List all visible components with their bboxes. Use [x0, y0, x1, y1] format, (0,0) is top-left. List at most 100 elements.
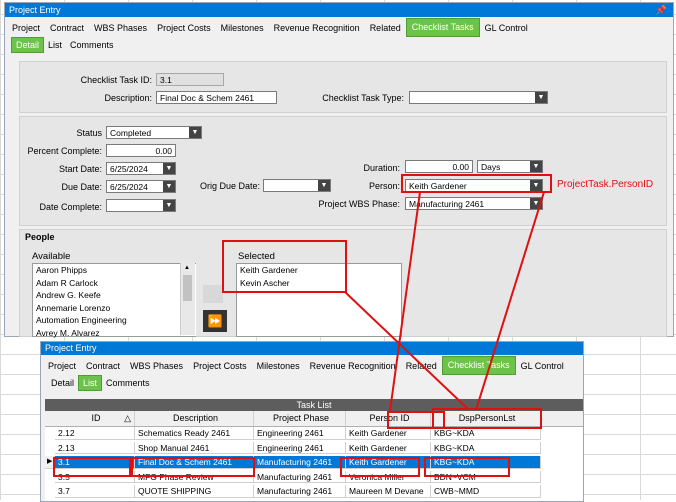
task-type-label: Checklist Task Type: — [322, 93, 404, 103]
list-item[interactable]: Andrew G. Keefe — [33, 289, 196, 302]
person-id-annotation: ProjectTask.PersonID — [557, 179, 654, 190]
chevron-down-icon[interactable]: ▼ — [163, 163, 175, 174]
tab-contract[interactable]: Contract — [45, 20, 89, 37]
tab-contract[interactable]: Contract — [81, 358, 125, 375]
list-item[interactable]: Automation Engineering — [33, 314, 196, 327]
list-item[interactable]: Avrey M. Alvarez — [33, 327, 196, 340]
duration-label: Duration: — [363, 163, 400, 173]
tab-gl-control[interactable]: GL Control — [480, 20, 533, 37]
chevron-down-icon[interactable]: ▼ — [163, 200, 175, 211]
table-cell[interactable]: Schematics Ready 2461 — [135, 427, 254, 440]
column-header-id[interactable]: ID △ — [55, 411, 135, 426]
wbs-phase-label: Project WBS Phase: — [318, 199, 400, 209]
tab-revenue-recognition[interactable]: Revenue Recognition — [269, 20, 365, 37]
tab-related[interactable]: Related — [401, 358, 442, 375]
sub-tab-strip: Detail List Comments — [5, 37, 673, 53]
date-complete-field[interactable]: ▼ — [106, 199, 176, 212]
task-type-select[interactable]: ▼ — [409, 91, 548, 104]
date-complete-label: Date Complete: — [39, 202, 102, 212]
subtab-comments[interactable]: Comments — [66, 38, 118, 52]
table-cell[interactable]: 2.12 — [55, 427, 135, 440]
tab-project[interactable]: Project — [7, 20, 45, 37]
percent-complete-field[interactable]: 0.00 — [106, 144, 176, 157]
table-row[interactable]: 3.7 QUOTE SHIPPING Manufacturing 2461 Maure… — [45, 485, 583, 498]
percent-complete-label: Percent Complete: — [27, 146, 102, 156]
title-bar: Project Entry 📌 — [5, 3, 673, 17]
tab-checklist-tasks[interactable]: Checklist Tasks — [441, 356, 516, 375]
tab-revenue-recognition[interactable]: Revenue Recognition — [305, 358, 401, 375]
subtab-comments[interactable]: Comments — [102, 376, 154, 390]
pin-icon[interactable]: 📌 — [656, 3, 667, 17]
wbs-phase-select[interactable]: Manufacturing 2461 ▼ — [405, 197, 543, 210]
scroll-thumb[interactable] — [183, 275, 192, 301]
dsppersonlst-cell-highlight — [424, 457, 510, 477]
tab-milestones[interactable]: Milestones — [252, 358, 305, 375]
table-cell[interactable]: Maureen M Devane — [346, 485, 431, 498]
duration-field[interactable]: 0.00 — [405, 160, 473, 173]
duration-unit-select[interactable]: Days ▼ — [477, 160, 543, 173]
table-cell[interactable]: Shop Manual 2461 — [135, 441, 254, 454]
chevron-down-icon[interactable]: ▼ — [535, 92, 547, 103]
column-header-description[interactable]: Description — [135, 411, 254, 426]
sort-ascending-icon[interactable]: △ — [124, 411, 131, 426]
tab-milestones[interactable]: Milestones — [216, 20, 269, 37]
move-all-right-button[interactable]: ⏩ — [203, 310, 227, 332]
table-cell[interactable]: QUOTE SHIPPING — [135, 485, 254, 498]
available-list-scrollbar[interactable]: ▲ — [180, 263, 195, 335]
status-select[interactable]: Completed ▼ — [106, 126, 202, 139]
available-label: Available — [32, 251, 71, 262]
subtab-detail[interactable]: Detail — [47, 376, 78, 390]
column-header-project-phase[interactable]: Project Phase — [254, 411, 346, 426]
id-cell-highlight — [53, 457, 131, 477]
available-people-list[interactable]: Aaron Phipps Adam R Carlock Andrew G. Keef… — [32, 263, 196, 340]
table-cell[interactable]: Manufacturing 2461 — [254, 456, 346, 469]
chevron-down-icon[interactable]: ▼ — [163, 181, 175, 192]
task-id-field[interactable]: 3.1 — [156, 73, 224, 86]
table-cell[interactable]: 2.13 — [55, 441, 135, 454]
task-detail-panel: Status Completed ▼ Percent Complete: 0.0… — [19, 116, 667, 226]
table-cell[interactable]: 3.7 — [55, 485, 135, 498]
list-item[interactable]: Aaron Phipps — [33, 264, 196, 277]
table-cell[interactable]: Manufacturing 2461 — [254, 470, 346, 483]
scroll-up-icon[interactable]: ▲ — [184, 265, 190, 271]
move-right-button[interactable] — [203, 285, 223, 303]
table-row[interactable]: 2.13 Shop Manual 2461 Engineering 2461 Keit… — [45, 441, 583, 454]
table-cell[interactable]: Keith Gardener — [346, 441, 431, 454]
tab-project-costs[interactable]: Project Costs — [152, 20, 216, 37]
tab-wbs-phases[interactable]: WBS Phases — [89, 20, 152, 37]
tab-gl-control[interactable]: GL Control — [516, 358, 569, 375]
main-tab-strip: Project Contract WBS Phases Project Costs Mi… — [41, 355, 583, 375]
start-date-field[interactable]: 6/25/2024 ▼ — [106, 162, 176, 175]
list-item[interactable]: Adam R Carlock — [33, 277, 196, 290]
table-cell[interactable]: CWB~MMD — [431, 485, 541, 498]
table-cell[interactable]: Engineering 2461 — [254, 427, 346, 440]
list-item[interactable]: Annemarie Lorenzo — [33, 302, 196, 315]
orig-due-date-label: Orig Due Date: — [199, 181, 260, 191]
table-cell[interactable]: Engineering 2461 — [254, 441, 346, 454]
subtab-detail[interactable]: Detail — [11, 37, 45, 53]
due-date-field[interactable]: 6/25/2024 ▼ — [106, 180, 176, 193]
table-cell[interactable]: KBG~KDA — [431, 441, 541, 454]
task-header-panel: Checklist Task ID: 3.1 Description: Fina… — [19, 61, 667, 113]
tab-related[interactable]: Related — [365, 20, 406, 37]
description-cell-highlight — [131, 457, 255, 477]
status-label: Status — [76, 128, 102, 138]
tab-project[interactable]: Project — [43, 358, 81, 375]
tab-checklist-tasks[interactable]: Checklist Tasks — [405, 18, 480, 37]
chevron-down-icon[interactable]: ▼ — [530, 161, 542, 172]
main-tab-strip: Project Contract WBS Phases Project Costs Mi… — [5, 17, 673, 37]
table-cell[interactable]: Manufacturing 2461 — [254, 485, 346, 498]
tab-project-costs[interactable]: Project Costs — [188, 358, 252, 375]
tab-wbs-phases[interactable]: WBS Phases — [125, 358, 188, 375]
sub-tab-strip: Detail List Comments — [41, 375, 583, 391]
window-title: Project Entry — [45, 343, 97, 353]
description-field[interactable]: Final Doc & Schem 2461 — [156, 91, 277, 104]
person-field-highlight — [401, 174, 552, 193]
subtab-list[interactable]: List — [78, 375, 103, 391]
start-date-label: Start Date: — [58, 164, 102, 174]
description-label: Description: — [104, 93, 152, 103]
chevron-down-icon[interactable]: ▼ — [530, 198, 542, 209]
selected-list-highlight — [222, 240, 347, 293]
chevron-down-icon[interactable]: ▼ — [189, 127, 201, 138]
subtab-list[interactable]: List — [44, 38, 66, 52]
